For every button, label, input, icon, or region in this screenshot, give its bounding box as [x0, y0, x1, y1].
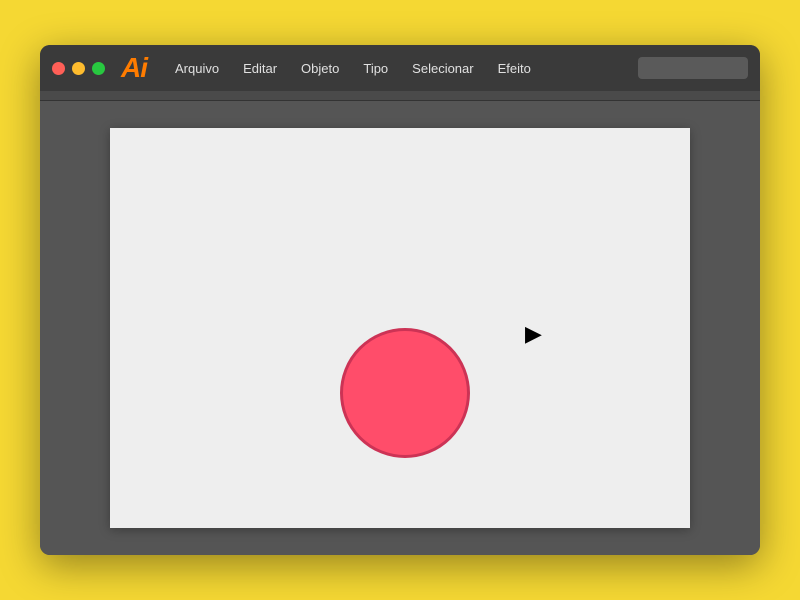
menu-objeto[interactable]: Objeto — [291, 57, 349, 80]
traffic-lights — [52, 62, 105, 75]
canvas-area[interactable]: ◀ — [40, 101, 760, 555]
cursor-icon: ◀ — [525, 323, 542, 345]
artboard: ◀ — [110, 128, 690, 528]
menu-bar: Arquivo Editar Objeto Tipo Selecionar Ef… — [165, 57, 630, 80]
menu-arquivo[interactable]: Arquivo — [165, 57, 229, 80]
search-box[interactable] — [638, 57, 748, 79]
title-bar: Ai Arquivo Editar Objeto Tipo Selecionar… — [40, 45, 760, 91]
menu-efeito[interactable]: Efeito — [488, 57, 541, 80]
minimize-button[interactable] — [72, 62, 85, 75]
circle-shape[interactable] — [340, 328, 470, 458]
menu-tipo[interactable]: Tipo — [353, 57, 398, 80]
app-window: Ai Arquivo Editar Objeto Tipo Selecionar… — [40, 45, 760, 555]
menu-editar[interactable]: Editar — [233, 57, 287, 80]
menu-selecionar[interactable]: Selecionar — [402, 57, 483, 80]
toolbar — [40, 91, 760, 101]
maximize-button[interactable] — [92, 62, 105, 75]
close-button[interactable] — [52, 62, 65, 75]
ai-logo: Ai — [121, 52, 147, 84]
